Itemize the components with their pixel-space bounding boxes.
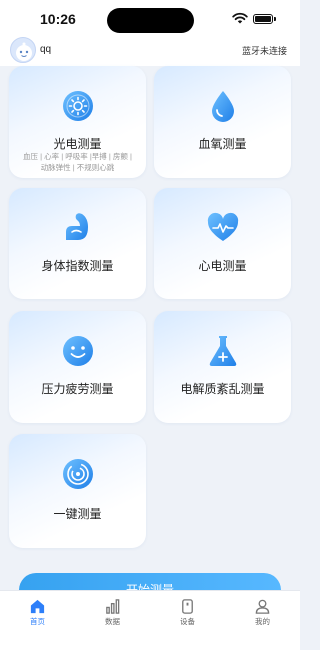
- water-drop-icon: [211, 91, 234, 122]
- tab-profile[interactable]: 我的: [225, 591, 300, 631]
- card-stress-fatigue-measure[interactable]: 压力疲劳测量: [9, 311, 146, 423]
- card-subtitle-line: 动脉弹性 | 不规则心跳: [40, 163, 115, 172]
- tab-label: 数据: [105, 617, 120, 626]
- robot-avatar-icon: [16, 42, 32, 61]
- home-icon: [30, 599, 45, 614]
- tab-label: 首页: [30, 617, 45, 626]
- fingerprint-icon: [62, 459, 93, 489]
- tab-data[interactable]: 数据: [75, 591, 150, 631]
- flexed-arm-icon: [65, 213, 88, 240]
- card-title: 心电测量: [198, 259, 247, 273]
- card-title: 光电测量: [53, 137, 102, 151]
- card-electrolyte-measure[interactable]: 电解质紊乱测量: [154, 311, 291, 423]
- card-title: 压力疲劳测量: [41, 382, 114, 396]
- tab-home[interactable]: 首页: [0, 591, 75, 631]
- flask-icon: [209, 336, 236, 366]
- user-name: qq: [40, 44, 52, 55]
- card-subtitle: 血压 | 心率 | 呼吸率 |早搏 | 房颤 | 动脉弹性 | 不规则心跳: [13, 151, 142, 173]
- card-subtitle-line: 血压 | 心率 | 呼吸率 |早搏 | 房颤 |: [23, 152, 132, 161]
- card-ecg-measure[interactable]: 心电测量: [154, 188, 291, 299]
- tab-label: 设备: [180, 617, 195, 626]
- app-header: qq 蓝牙未连接: [0, 36, 300, 66]
- bluetooth-status[interactable]: 蓝牙未连接: [242, 44, 287, 57]
- avatar[interactable]: [10, 37, 36, 63]
- card-title: 电解质紊乱测量: [180, 382, 265, 396]
- bar-chart-icon: [106, 599, 120, 614]
- wifi-icon: [232, 12, 248, 24]
- tab-bar: 首页 数据 设备 我的: [0, 590, 300, 650]
- battery-icon: [253, 14, 276, 24]
- card-title: 血氧测量: [198, 137, 247, 151]
- status-bar: 10:26: [0, 0, 300, 36]
- device-icon: [182, 599, 193, 614]
- card-title: 身体指数测量: [41, 259, 114, 273]
- sun-drop-icon: [62, 91, 93, 121]
- tab-label: 我的: [255, 617, 270, 626]
- heart-pulse-icon: [207, 212, 238, 241]
- card-blood-oxygen-measure[interactable]: 血氧测量: [154, 66, 291, 178]
- tab-device[interactable]: 设备: [150, 591, 225, 631]
- user-icon: [255, 599, 270, 614]
- card-one-click-measure[interactable]: 一键测量: [9, 434, 146, 548]
- card-photoelectric-measure[interactable]: 光电测量 血压 | 心率 | 呼吸率 |早搏 | 房颤 | 动脉弹性 | 不规则…: [9, 66, 146, 178]
- smile-face-icon: [62, 336, 93, 366]
- card-body-index-measure[interactable]: 身体指数测量: [9, 188, 146, 299]
- status-time: 10:26: [40, 11, 76, 27]
- card-title: 一键测量: [53, 507, 102, 521]
- dynamic-island: [107, 8, 194, 33]
